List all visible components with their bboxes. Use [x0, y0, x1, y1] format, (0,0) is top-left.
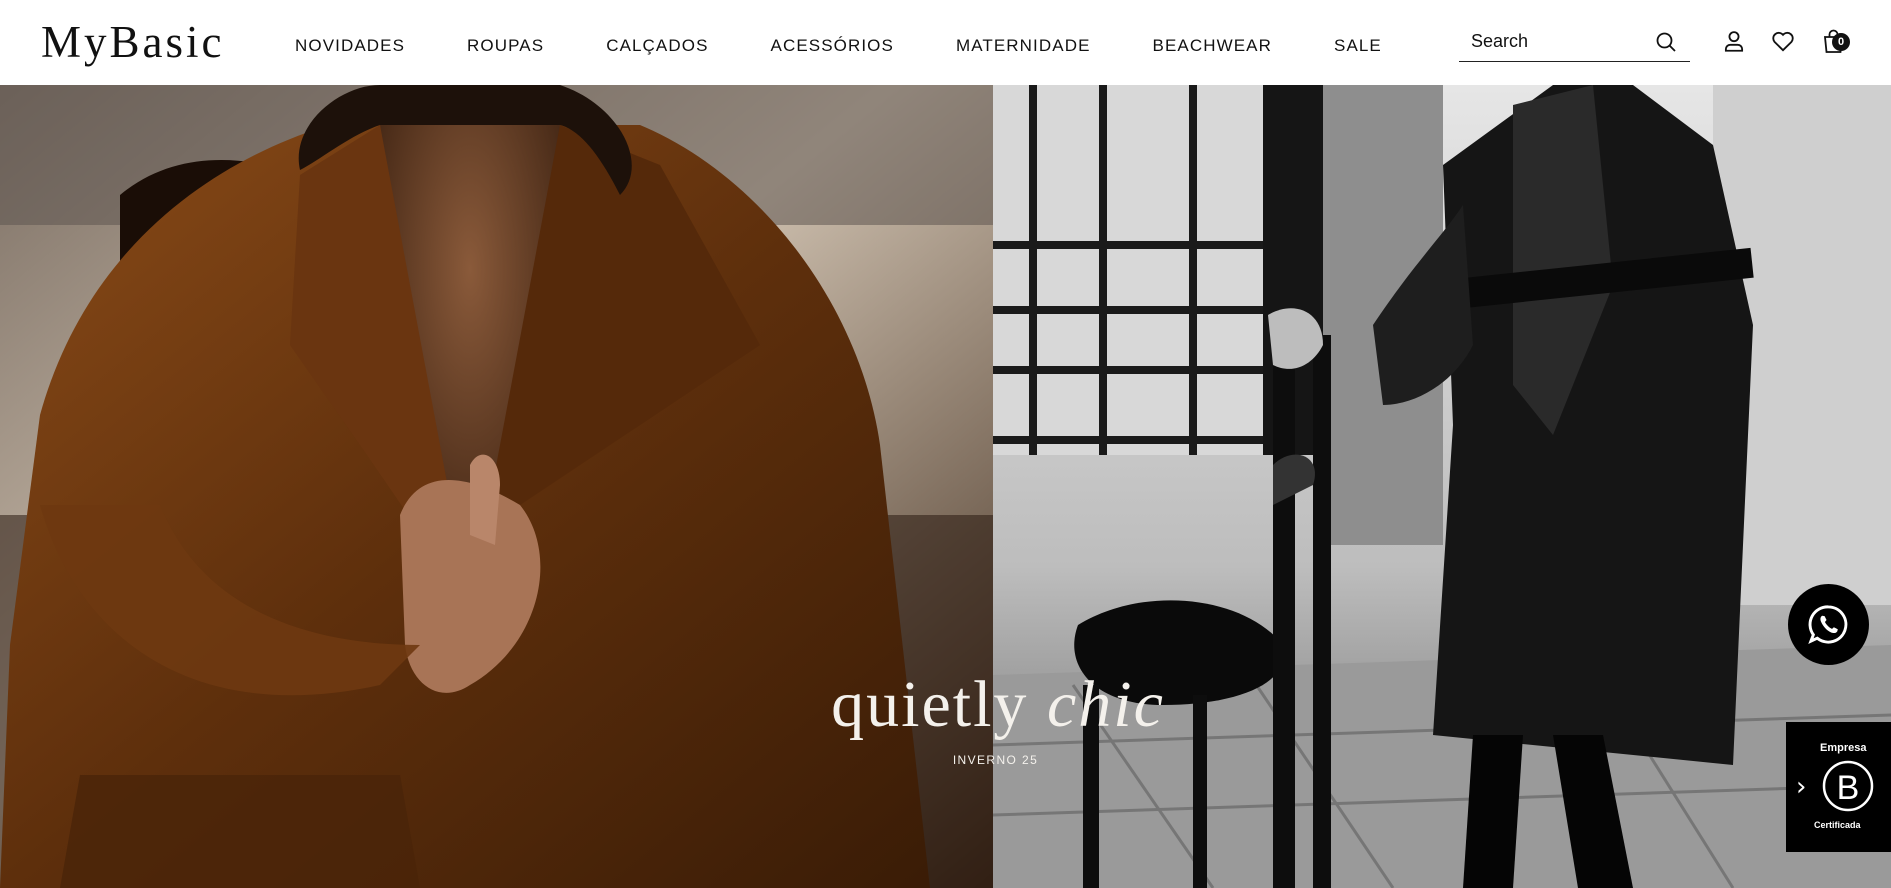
hero-headline-part2: chic: [1046, 668, 1165, 741]
hero-headline-part1: quietly: [831, 668, 1047, 741]
nav-item-acessorios[interactable]: ACESSÓRIOS: [771, 36, 894, 56]
hero-subline[interactable]: INVERNO 25: [0, 753, 1891, 767]
hero-image-left: [0, 85, 993, 888]
chevron-right-icon[interactable]: ›: [1796, 774, 1806, 800]
main-nav: NOVIDADES ROUPAS CALÇADOS ACESSÓRIOS MAT…: [295, 36, 1444, 56]
nav-item-sale[interactable]: SALE: [1334, 36, 1382, 56]
bcorp-top-label: Empresa: [1820, 742, 1867, 754]
nav-item-maternidade[interactable]: MATERNIDADE: [956, 36, 1091, 56]
whatsapp-icon: [1808, 605, 1848, 644]
cart-count-badge: 0: [1832, 33, 1850, 51]
hero-banner[interactable]: quietly chic INVERNO 25: [0, 85, 1891, 888]
nav-item-novidades[interactable]: NOVIDADES: [295, 36, 405, 56]
user-icon[interactable]: [1721, 28, 1747, 54]
hero-caption: quietly chic INVERNO 25: [0, 665, 1891, 767]
heart-icon[interactable]: [1770, 28, 1796, 54]
bcorp-badge[interactable]: › Empresa B Certificada: [1786, 722, 1891, 852]
whatsapp-button[interactable]: [1788, 584, 1869, 665]
brand-logo[interactable]: MyBasic: [41, 16, 225, 68]
nav-item-beachwear[interactable]: BEACHWEAR: [1153, 36, 1272, 56]
bcorp-logo-icon: B: [1822, 760, 1874, 812]
search-input[interactable]: [1471, 28, 1651, 54]
nav-item-roupas[interactable]: ROUPAS: [467, 36, 544, 56]
hero-image-right: [993, 85, 1891, 888]
site-header: MyBasic NOVIDADES ROUPAS CALÇADOS ACESSÓ…: [0, 0, 1891, 85]
bcorp-bottom-label: Certificada: [1814, 820, 1861, 830]
search-icon[interactable]: [1654, 30, 1678, 54]
nav-item-calcados[interactable]: CALÇADOS: [606, 36, 708, 56]
hero-headline[interactable]: quietly chic: [0, 665, 1891, 745]
svg-text:B: B: [1837, 769, 1860, 807]
search-box: [1459, 22, 1690, 62]
